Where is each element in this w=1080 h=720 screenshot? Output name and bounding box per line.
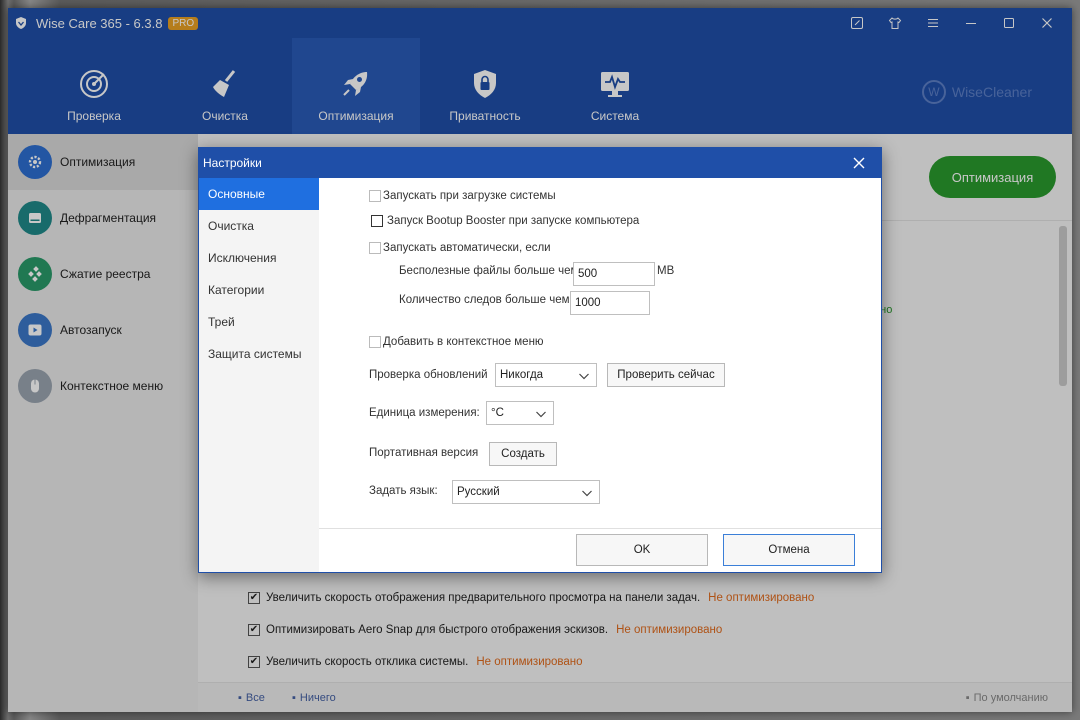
junk-files-label: Бесполезные файлы больше чем [399,265,579,277]
close-icon[interactable] [851,155,867,171]
updates-select[interactable]: Никогда [495,363,597,387]
ok-button[interactable]: OK [576,534,708,566]
settings-tab-cleaning[interactable]: Очистка [199,210,319,242]
auto-run-option[interactable]: Запускать автоматически, если [369,242,551,254]
bootup-option[interactable]: Запуск Bootup Booster при запуске компью… [371,215,639,227]
language-select-value: Русский [457,486,500,498]
junk-files-input[interactable] [573,262,655,286]
settings-dialog: Настройки Основные Очистка Исключения Ка… [198,147,882,573]
dialog-title: Настройки [203,156,262,170]
chevron-down-icon [582,490,592,497]
auto-run-label: Запускать автоматически, если [383,242,551,254]
unit-label: Единица измерения: [369,407,480,419]
settings-tab-general[interactable]: Основные [199,178,319,210]
traces-label: Количество следов больше чем [399,294,570,306]
bootup-checkbox[interactable] [371,215,383,227]
updates-select-value: Никогда [500,369,544,381]
chevron-down-icon [536,411,546,418]
startup-option[interactable]: Запускать при загрузке системы [369,190,556,202]
traces-input[interactable] [570,291,650,315]
create-button[interactable]: Создать [489,442,557,466]
settings-body: Запускать при загрузке системы Запуск Bo… [319,178,881,528]
unit-select-value: °C [491,407,504,419]
language-select[interactable]: Русский [452,480,600,504]
cancel-button[interactable]: Отмена [723,534,855,566]
context-menu-checkbox[interactable] [369,336,381,348]
updates-label: Проверка обновлений [369,369,488,381]
settings-tab-protection[interactable]: Защита системы [199,338,319,370]
settings-tab-categories[interactable]: Категории [199,274,319,306]
dialog-title-bar: Настройки [199,148,881,178]
portable-label: Портативная версия [369,447,479,459]
chevron-down-icon [579,373,589,380]
context-menu-label: Добавить в контекстное меню [383,336,544,348]
context-menu-option[interactable]: Добавить в контекстное меню [369,336,544,348]
startup-checkbox[interactable] [369,190,381,202]
startup-label: Запускать при загрузке системы [383,190,556,202]
dialog-button-bar: OK Отмена [319,528,881,572]
unit-select[interactable]: °C [486,401,554,425]
bootup-label: Запуск Bootup Booster при запуске компью… [387,215,640,227]
settings-nav: Основные Очистка Исключения Категории Тр… [199,178,319,572]
settings-tab-exclusions[interactable]: Исключения [199,242,319,274]
check-now-button[interactable]: Проверить сейчас [607,363,725,387]
language-label: Задать язык: [369,485,438,497]
settings-tab-tray[interactable]: Трей [199,306,319,338]
junk-unit-label: MB [657,265,675,277]
auto-run-checkbox[interactable] [369,242,381,254]
